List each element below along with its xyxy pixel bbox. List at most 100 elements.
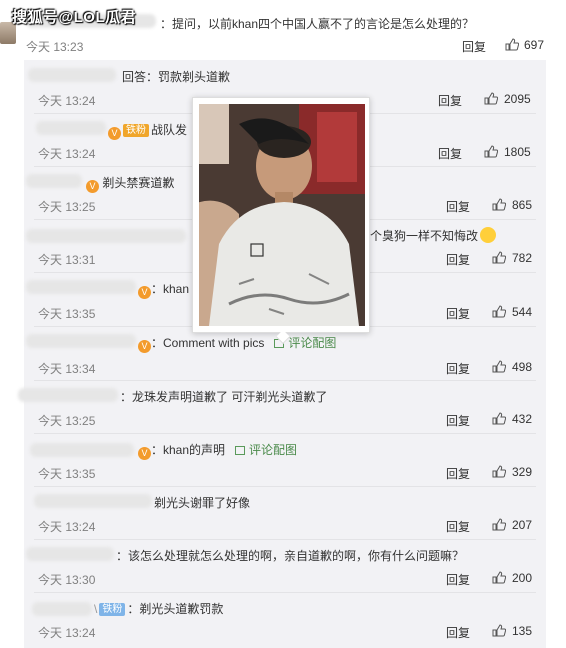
username-blurred	[26, 547, 114, 561]
like-button[interactable]: 865	[492, 198, 532, 212]
pic-link-label: 评论配图	[288, 336, 337, 350]
username-blurred	[26, 280, 136, 294]
like-count: 865	[512, 198, 533, 212]
reply-time: 今天 13:24	[38, 147, 96, 161]
reply-time: 今天 13:24	[38, 94, 96, 108]
vip-icon: V	[138, 447, 151, 460]
list-item: ：龙珠发声明道歉了 可汗剃光头道歉了 今天 13:25 回复 432	[18, 380, 546, 434]
reply-line: 个臭狗一样不知悔改	[370, 227, 497, 244]
reply-text: 战队发	[151, 123, 188, 137]
reply-time: 今天 13:35	[38, 467, 96, 481]
like-button[interactable]: 498	[492, 360, 532, 374]
reply-text: ：该怎么处理就怎么处理的啊，亲自道歉的啊，你有什么问题嘛？	[116, 549, 465, 563]
reply-line: V ：khan的声明 评论配图	[138, 441, 297, 460]
reply-button[interactable]: 回复	[446, 412, 470, 429]
username-blurred	[26, 174, 82, 188]
like-count: 498	[512, 360, 533, 374]
comment-pic-link[interactable]: 评论配图	[264, 336, 336, 350]
reply-line: V 铁粉 战队发	[108, 121, 187, 140]
emoji-icon	[480, 227, 497, 243]
reply-button[interactable]: 回复	[446, 518, 470, 535]
like-button[interactable]: 697	[505, 38, 544, 52]
watermark: 搜狐号@LOL瓜君	[12, 9, 137, 26]
vip-icon: V	[108, 127, 121, 140]
like-button[interactable]: 200	[492, 571, 532, 585]
reply-text: ：khan	[151, 282, 190, 296]
image-preview-popup[interactable]	[192, 97, 370, 333]
reply-line: \ 铁粉 ：剃光头道歉罚款	[94, 600, 223, 617]
reply-button[interactable]: 回复	[446, 624, 470, 641]
like-count: 135	[512, 624, 533, 638]
like-button[interactable]: 135	[492, 624, 532, 638]
like-count: 544	[512, 305, 533, 319]
like-button[interactable]: 544	[492, 305, 532, 319]
username-blurred	[26, 229, 186, 243]
like-count: 200	[512, 571, 533, 585]
username-blurred	[32, 602, 92, 616]
comment-photo[interactable]	[199, 104, 365, 326]
reply-button[interactable]: 回复	[446, 465, 470, 482]
reply-text: 剃光头谢罪了好像	[154, 496, 251, 510]
reply-text: ：khan的声明	[151, 443, 226, 457]
reply-text: 回答：罚款剃头道歉	[122, 70, 231, 84]
like-count: 2095	[504, 92, 531, 106]
reply-text: 个臭狗一样不知悔改	[370, 229, 479, 243]
fan-badge: 铁粉	[123, 124, 149, 137]
thumbs-up-icon	[484, 92, 498, 105]
reply-button[interactable]: 回复	[446, 571, 470, 588]
like-button[interactable]: 207	[492, 518, 532, 532]
vip-icon: V	[138, 340, 151, 353]
comment-pic-link[interactable]: 评论配图	[225, 443, 297, 457]
list-item: \ 铁粉 ：剃光头道歉罚款 今天 13:24 回复 135	[24, 592, 546, 648]
thumbs-up-icon	[492, 465, 506, 478]
thumbs-up-icon	[492, 251, 506, 264]
like-count: 329	[512, 465, 533, 479]
thumbs-up-icon	[492, 198, 506, 211]
image-icon	[235, 446, 246, 455]
list-item: V ：khan的声明 评论配图 今天 13:35 回复 329	[24, 433, 546, 487]
reply-time: 今天 13:30	[38, 573, 96, 587]
reply-time: 今天 13:24	[38, 520, 96, 534]
like-button[interactable]: 2095	[484, 92, 531, 106]
reply-line: V 剃头禁赛道歉	[86, 174, 174, 193]
reply-time: 今天 13:24	[38, 626, 96, 640]
comment-text: ：提问，以前khan四个中国人赢不了的言论是怎么处理的？	[160, 17, 475, 31]
list-item: ：该怎么处理就怎么处理的啊，亲自道歉的啊，你有什么问题嘛？ 今天 13:30 回…	[24, 539, 546, 593]
thumbs-up-icon	[492, 412, 506, 425]
reply-button[interactable]: 回复	[446, 305, 470, 322]
reply-time: 今天 13:34	[38, 362, 96, 376]
thumbs-up-icon	[492, 518, 506, 531]
reply-button[interactable]: 回复	[446, 251, 470, 268]
reply-button[interactable]: 回复	[446, 360, 470, 377]
like-count: 782	[512, 251, 533, 265]
fan-badge: 铁粉	[99, 603, 126, 616]
thumbs-up-icon	[492, 571, 506, 584]
like-button[interactable]: 329	[492, 465, 532, 479]
vip-icon: V	[138, 286, 151, 299]
username-blurred	[26, 334, 136, 348]
thumbs-up-icon	[484, 145, 498, 158]
like-button[interactable]: 1805	[484, 145, 531, 159]
like-count: 697	[524, 38, 545, 52]
reply-button[interactable]: 回复	[438, 145, 462, 162]
thumbs-up-icon	[492, 305, 506, 318]
list-item: 剃光头谢罪了好像 今天 13:24 回复 207	[24, 486, 546, 540]
like-button[interactable]: 432	[492, 412, 532, 426]
reply-time: 今天 13:25	[38, 200, 96, 214]
reply-button[interactable]: 回复	[462, 38, 486, 55]
like-button[interactable]: 782	[492, 251, 532, 265]
like-count: 432	[512, 412, 533, 426]
username-blurred	[36, 121, 106, 135]
reply-text: ：剃光头道歉罚款	[127, 602, 224, 616]
reply-time: 今天 13:25	[38, 414, 96, 428]
comment-time: 今天 13:23	[26, 40, 84, 54]
reply-button[interactable]: 回复	[438, 92, 462, 109]
reply-button[interactable]: 回复	[446, 198, 470, 215]
thumbs-up-icon	[492, 624, 506, 637]
username-blurred	[18, 388, 118, 402]
thumbs-up-icon	[492, 360, 506, 373]
pic-link-label: 评论配图	[249, 443, 298, 457]
photo-illustration	[199, 104, 365, 326]
reply-line: V ：khan	[138, 280, 189, 299]
like-count: 207	[512, 518, 533, 532]
